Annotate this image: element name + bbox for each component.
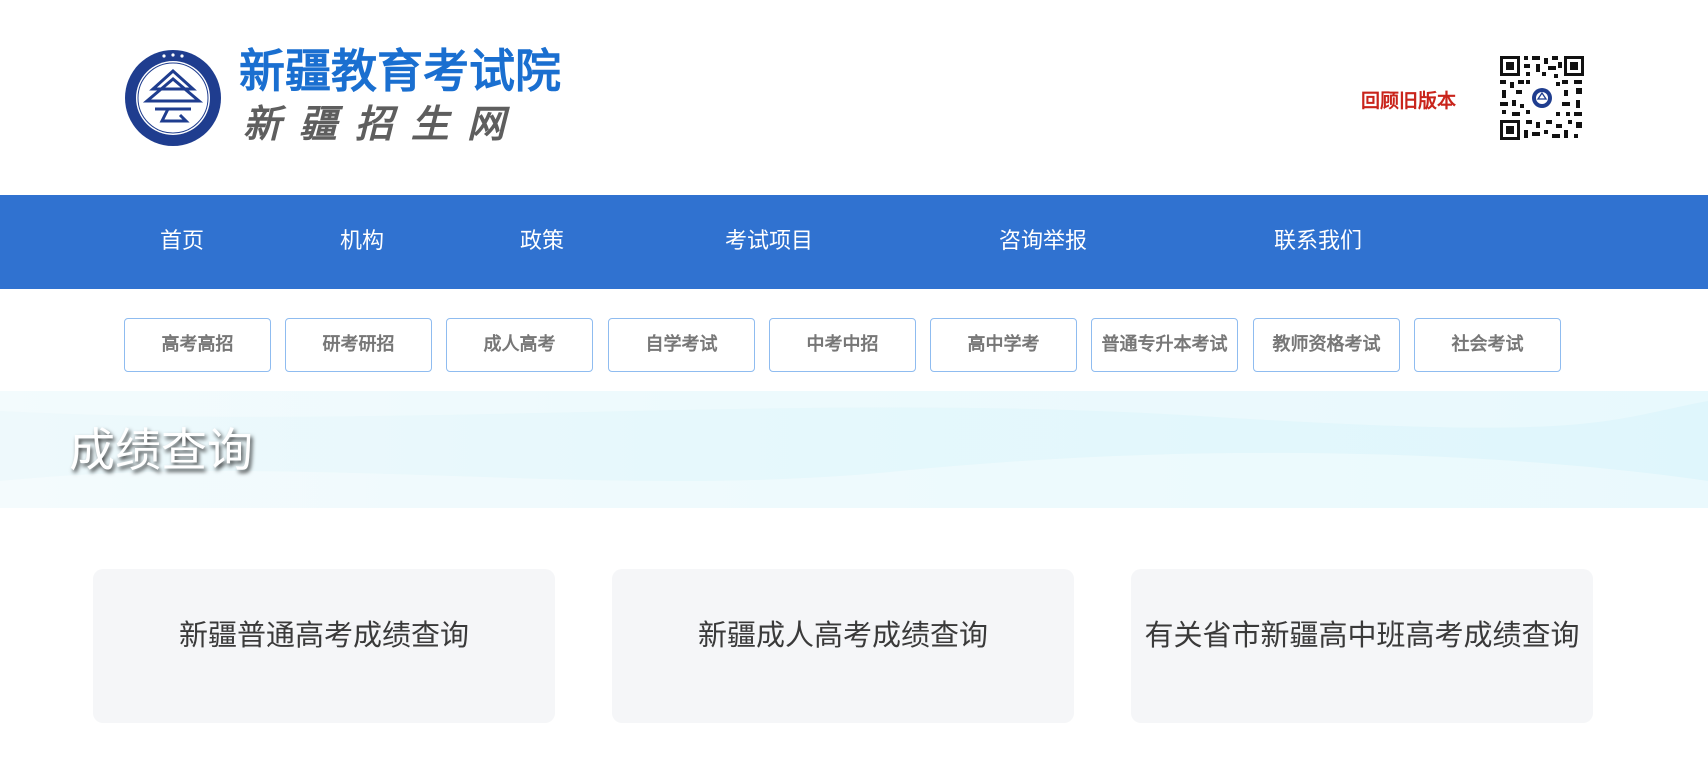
- category-upgrade-exam[interactable]: 普通专升本考试: [1091, 318, 1238, 372]
- category-teacher-qualification[interactable]: 教师资格考试: [1253, 318, 1400, 372]
- card-label: 有关省市新疆高中班高考成绩查询: [1144, 618, 1580, 652]
- logo-title[interactable]: 新疆教育考试院: [239, 43, 561, 99]
- nav-consult-report[interactable]: 咨询举报: [999, 195, 1087, 289]
- category-social-exam[interactable]: 社会考试: [1414, 318, 1561, 372]
- category-zhongkao[interactable]: 中考中招: [769, 318, 916, 372]
- category-self-study[interactable]: 自学考试: [608, 318, 755, 372]
- qr-code-icon: [1498, 54, 1586, 142]
- old-version-link[interactable]: 回顾旧版本: [1361, 89, 1456, 113]
- nav-policy[interactable]: 政策: [520, 195, 564, 289]
- score-query-card-xinjiang-class[interactable]: 有关省市新疆高中班高考成绩查询: [1131, 569, 1593, 723]
- nav-organization[interactable]: 机构: [340, 195, 384, 289]
- exam-authority-emblem-icon[interactable]: [124, 49, 222, 147]
- nav-home[interactable]: 首页: [160, 195, 204, 289]
- nav-exam-projects[interactable]: 考试项目: [725, 195, 813, 289]
- main-nav: 首页 机构 政策 考试项目 咨询举报 联系我们: [0, 195, 1708, 289]
- site-header: 新疆教育考试院 新疆招生网 回顾旧版本: [0, 0, 1708, 195]
- score-query-card-adult-gaokao[interactable]: 新疆成人高考成绩查询: [612, 569, 1074, 723]
- page-banner: 成绩查询: [0, 391, 1708, 508]
- page-title: 成绩查询: [69, 423, 253, 477]
- exam-category-nav: 高考高招 研考研招 成人高考 自学考试 中考中招 高中学考 普通专升本考试 教师…: [0, 318, 1708, 372]
- category-high-school-exam[interactable]: 高中学考: [930, 318, 1077, 372]
- category-graduate[interactable]: 研考研招: [285, 318, 432, 372]
- logo-subtitle: 新疆招生网: [243, 101, 524, 146]
- category-adult-gaokao[interactable]: 成人高考: [446, 318, 593, 372]
- category-gaokao[interactable]: 高考高招: [124, 318, 271, 372]
- banner-background-decoration: [0, 391, 1708, 508]
- card-label: 新疆普通高考成绩查询: [178, 618, 469, 652]
- nav-contact-us[interactable]: 联系我们: [1274, 195, 1362, 289]
- score-query-card-gaokao[interactable]: 新疆普通高考成绩查询: [93, 569, 555, 723]
- card-label: 新疆成人高考成绩查询: [697, 618, 988, 652]
